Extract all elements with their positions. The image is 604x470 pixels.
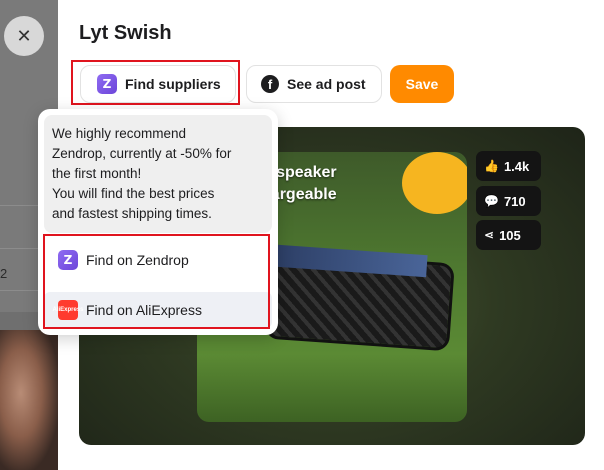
background-text: 2	[0, 266, 8, 281]
message-line: You will find the best prices	[52, 186, 215, 201]
sun-graphic	[402, 152, 467, 214]
save-label: Save	[405, 76, 439, 92]
comments-count: 710	[503, 193, 526, 209]
background-thumbnail	[0, 330, 58, 470]
see-ad-post-label: See ad post	[287, 76, 366, 92]
recommendation-message: We highly recommend Zendrop, currently a…	[44, 115, 272, 233]
likes-count: 1.4k	[503, 158, 530, 174]
thumbs-up-icon: 👍	[484, 159, 499, 173]
shares-badge: ⋖ 105	[476, 220, 541, 250]
shares-count: 105	[499, 227, 521, 243]
highlight-box	[71, 60, 240, 105]
message-line: We highly recommend	[52, 126, 187, 141]
save-button[interactable]: Save	[390, 65, 454, 103]
message-line: and fastest shipping times.	[52, 206, 212, 221]
see-ad-post-button[interactable]: f See ad post	[246, 65, 382, 103]
facebook-icon: f	[261, 75, 279, 93]
comments-badge: 💬 710	[476, 186, 541, 216]
message-line: Zendrop, currently at -50% for	[52, 146, 232, 161]
highlight-box	[43, 234, 270, 329]
message-line: the first month!	[52, 166, 142, 181]
close-icon: ✕	[16, 25, 32, 46]
likes-badge: 👍 1.4k	[476, 151, 541, 181]
page-title: Lyt Swish	[79, 22, 172, 44]
close-button[interactable]: ✕	[4, 16, 44, 56]
comment-icon: 💬	[484, 194, 499, 208]
share-icon: ⋖	[484, 228, 495, 242]
